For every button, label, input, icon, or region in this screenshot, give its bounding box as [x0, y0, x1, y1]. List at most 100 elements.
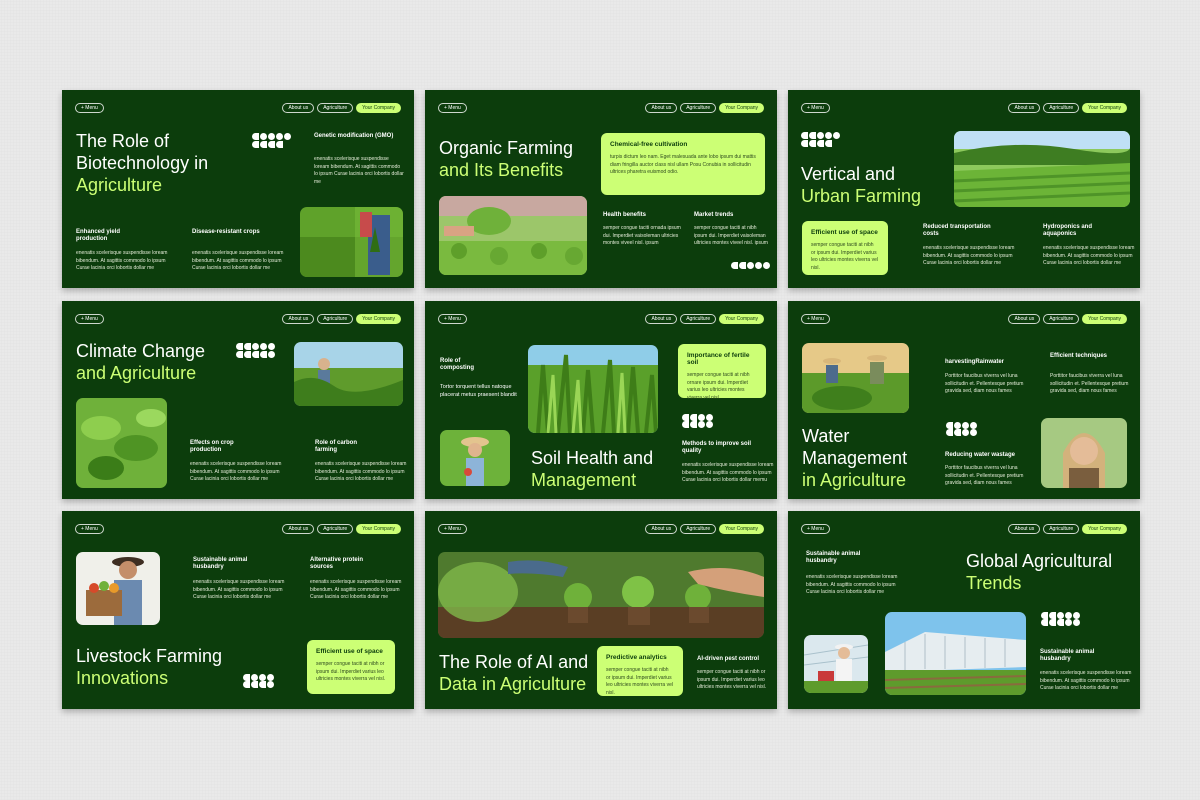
slide-soil-health[interactable]: + Menu About us Agriculture Your Company…	[425, 301, 777, 499]
market-heading: Market trends	[694, 212, 734, 218]
carbon-heading: Role of carbon farming	[315, 440, 358, 453]
nav-agriculture[interactable]: Agriculture	[680, 314, 717, 324]
dots-decoration-icon	[1041, 619, 1080, 626]
nav-about-us[interactable]: About us	[645, 524, 678, 534]
nav-about-us[interactable]: About us	[282, 314, 315, 324]
efficient-space-card: Efficient use of space semper congue tac…	[802, 221, 888, 275]
nav-agriculture[interactable]: Agriculture	[1043, 314, 1080, 324]
dots-decoration-icon	[801, 132, 840, 139]
dots-decoration-icon	[946, 429, 977, 436]
dots-decoration-icon	[1041, 612, 1080, 619]
husbandry2-heading: Sustainable animal husbandry	[1040, 649, 1095, 662]
seedlings-hands-photo	[438, 552, 764, 638]
menu-button[interactable]: + Menu	[438, 524, 467, 534]
slide-nav: About us Agriculture Your Company	[645, 524, 764, 534]
dots-decoration-icon	[252, 141, 283, 148]
wastage-text: Porttitor faucibus viverra vel luna soll…	[945, 465, 1024, 486]
nav-your-company[interactable]: Your Company	[356, 103, 401, 113]
slide-nav: About us Agriculture Your Company	[1008, 103, 1127, 113]
carbon-text: enenatis scelerisque suspendisse loream …	[315, 461, 407, 482]
nav-your-company[interactable]: Your Company	[356, 314, 401, 324]
slide-nav: About us Agriculture Your Company	[1008, 314, 1127, 324]
slide-biotechnology[interactable]: + Menu About us Agriculture Your Company…	[62, 90, 414, 288]
efficient-heading: Efficient techniques	[1050, 353, 1108, 359]
health-text: semper congue taciti ornada ipsum dui. I…	[603, 225, 681, 246]
nav-about-us[interactable]: About us	[1008, 103, 1041, 113]
methods-text: enenatis scelerisque suspendisse loream …	[682, 462, 774, 483]
nav-your-company[interactable]: Your Company	[1082, 103, 1127, 113]
nav-your-company[interactable]: Your Company	[356, 524, 401, 534]
nav-agriculture[interactable]: Agriculture	[1043, 103, 1080, 113]
effects-heading: Effects on crop production	[190, 440, 234, 453]
effects-text: enenatis scelerisque suspendisse loream …	[190, 461, 282, 482]
nav-agriculture[interactable]: Agriculture	[680, 103, 717, 113]
greenhouse-worker-photo	[804, 635, 868, 693]
dots-decoration-icon	[236, 351, 275, 358]
husbandry-text: enenatis scelerisque suspendisse loream …	[806, 574, 898, 595]
market-text: semper congue taciti at nibh ipsum dui. …	[694, 225, 768, 246]
farmer-woman-photo	[440, 430, 510, 486]
menu-button[interactable]: + Menu	[438, 314, 467, 324]
dots-decoration-icon	[243, 681, 274, 688]
menu-button[interactable]: + Menu	[75, 314, 104, 324]
slide-nav: About us Agriculture Your Company	[282, 524, 401, 534]
slide-title: Vertical and Urban Farming	[801, 164, 922, 206]
slide-organic-farming[interactable]: + Menu About us Agriculture Your Company…	[425, 90, 777, 288]
nav-agriculture[interactable]: Agriculture	[1043, 524, 1080, 534]
nav-about-us[interactable]: About us	[282, 524, 315, 534]
nav-about-us[interactable]: About us	[1008, 314, 1041, 324]
hydroponics-text: enenatis scelerisque suspendisse loream …	[1043, 245, 1135, 266]
slide-climate-change[interactable]: + Menu About us Agriculture Your Company…	[62, 301, 414, 499]
menu-button[interactable]: + Menu	[801, 524, 830, 534]
nav-about-us[interactable]: About us	[645, 314, 678, 324]
slide-nav: About us Agriculture Your Company	[1008, 524, 1127, 534]
menu-button[interactable]: + Menu	[801, 103, 830, 113]
harvest-text: Porttitor faucibus viverra vel luna soll…	[945, 373, 1024, 394]
nav-your-company[interactable]: Your Company	[719, 103, 764, 113]
composting-text: Tortor torquent tellus natoque placerat …	[440, 384, 517, 398]
nav-your-company[interactable]: Your Company	[1082, 314, 1127, 324]
dots-decoration-icon	[731, 262, 770, 269]
slide-title: Livestock Farming Innovations	[76, 646, 223, 688]
harvest-heading: harvestingRainwater	[945, 359, 1005, 365]
slide-vertical-urban[interactable]: + Menu About us Agriculture Your Company…	[788, 90, 1140, 288]
slide-title: Water Management in Agriculture	[802, 426, 908, 490]
slide-title: The Role of AI and Data in Agriculture	[439, 652, 589, 694]
nav-agriculture[interactable]: Agriculture	[680, 524, 717, 534]
slide-nav: About us Agriculture Your Company	[645, 314, 764, 324]
nav-about-us[interactable]: About us	[645, 103, 678, 113]
nav-your-company[interactable]: Your Company	[719, 524, 764, 534]
efficient-text: Porttitor faucibus viverra vel luna soll…	[1050, 373, 1129, 394]
slide-ai-data[interactable]: + Menu About us Agriculture Your Company…	[425, 511, 777, 709]
slide-water-management[interactable]: + Menu About us Agriculture Your Company…	[788, 301, 1140, 499]
nav-your-company[interactable]: Your Company	[719, 314, 764, 324]
nav-about-us[interactable]: About us	[282, 103, 315, 113]
slide-title: The Role of Biotechnology in Agriculture	[76, 131, 209, 195]
dots-decoration-icon	[236, 343, 275, 350]
disease-text: enenatis scelerisque suspendisse loream …	[192, 250, 284, 271]
wastage-heading: Reducing water wastage	[945, 452, 1016, 458]
husbandry-heading: Sustainable animal husbandry	[193, 557, 248, 570]
pest-text: semper congue taciti at nibh or ipsum du…	[697, 669, 767, 690]
slide-title: Organic Farming and Its Benefits	[439, 138, 574, 180]
farmer-field-photo	[294, 342, 403, 406]
dots-decoration-icon	[801, 140, 832, 147]
menu-button[interactable]: + Menu	[75, 103, 104, 113]
nav-agriculture[interactable]: Agriculture	[317, 314, 354, 324]
dots-decoration-icon	[946, 422, 977, 429]
menu-button[interactable]: + Menu	[801, 314, 830, 324]
menu-button[interactable]: + Menu	[438, 103, 467, 113]
transport-heading: Reduced transportation costs	[923, 224, 991, 237]
wheat-grass-photo	[528, 345, 658, 433]
slide-livestock[interactable]: + Menu About us Agriculture Your Company…	[62, 511, 414, 709]
dots-decoration-icon	[682, 421, 713, 428]
slide-global-trends[interactable]: + Menu About us Agriculture Your Company…	[788, 511, 1140, 709]
efficient-space-card: Efficient use of space semper congue tac…	[307, 640, 395, 694]
nav-agriculture[interactable]: Agriculture	[317, 524, 354, 534]
nav-about-us[interactable]: About us	[1008, 524, 1041, 534]
menu-button[interactable]: + Menu	[75, 524, 104, 534]
nav-your-company[interactable]: Your Company	[1082, 524, 1127, 534]
chemical-free-card: Chemical-free cultivation turpis dictum …	[601, 133, 765, 195]
farmer-plant-photo	[300, 207, 403, 277]
nav-agriculture[interactable]: Agriculture	[317, 103, 354, 113]
